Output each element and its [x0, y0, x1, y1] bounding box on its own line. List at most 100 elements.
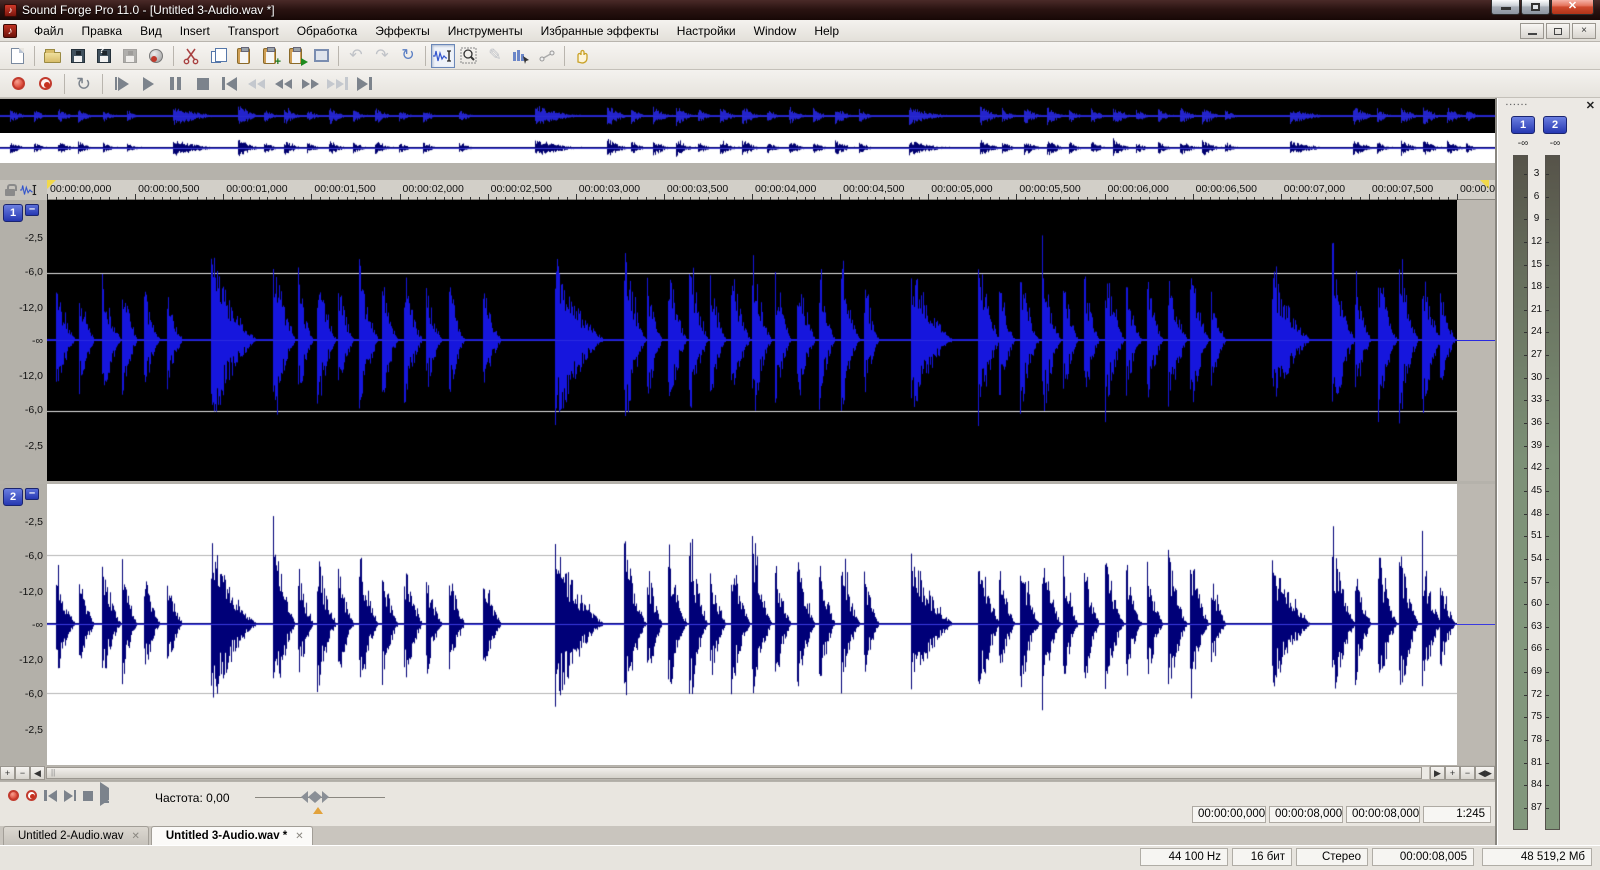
- zoom-fit-button[interactable]: ◀▶: [1475, 766, 1495, 780]
- open-button[interactable]: [39, 44, 65, 68]
- edit-tool-mode-icon[interactable]: [20, 182, 38, 198]
- copy-button[interactable]: [204, 44, 230, 68]
- mdi-close-button[interactable]: ×: [1572, 23, 1596, 39]
- title-bar[interactable]: ♪ Sound Forge Pro 11.0 - [Untitled 3-Aud…: [0, 0, 1600, 20]
- mini-play-button[interactable]: [100, 782, 109, 806]
- menu-Insert[interactable]: Insert: [171, 21, 219, 41]
- rewind-button[interactable]: [244, 72, 269, 96]
- ruler-scale[interactable]: 00:00:00,000 00:00:00,500 00:00:01,000 00:0…: [47, 180, 1495, 200]
- menu-Инструменты[interactable]: Инструменты: [439, 21, 532, 41]
- menu-Настройки[interactable]: Настройки: [668, 21, 745, 41]
- mini-record-special-button[interactable]: [26, 790, 37, 801]
- scrollbar-thumb[interactable]: [46, 767, 1422, 779]
- envelope-tool-button[interactable]: [534, 44, 560, 68]
- zoom-out-button[interactable]: −: [1460, 766, 1475, 780]
- touch-tool-button[interactable]: [569, 44, 595, 68]
- mdi-restore-button[interactable]: [1546, 23, 1570, 39]
- mini-record-button[interactable]: [8, 790, 19, 801]
- paste-special-button[interactable]: +: [256, 44, 282, 68]
- tab-close-icon[interactable]: ✕: [131, 831, 139, 842]
- play-all-button[interactable]: [109, 72, 134, 96]
- meters-close-icon[interactable]: ✕: [1586, 99, 1595, 112]
- menu-Правка[interactable]: Правка: [73, 21, 132, 41]
- channel-1-collapse-button[interactable]: –: [25, 204, 39, 216]
- save-all-button[interactable]: [117, 44, 143, 68]
- meters-grip[interactable]: ▪▪▪▪▪▪: [1506, 102, 1529, 108]
- tab-untitled2[interactable]: Untitled 2-Audio.wav ✕: [3, 826, 149, 845]
- edit-tool-button[interactable]: [430, 43, 456, 68]
- loop-playback-button[interactable]: ↻: [71, 72, 96, 96]
- menu-Обработка[interactable]: Обработка: [288, 21, 367, 41]
- shuttle-handle[interactable]: [301, 791, 329, 803]
- new-file-button[interactable]: [4, 44, 30, 68]
- channel-1-waveform[interactable]: [47, 200, 1457, 481]
- mini-go-to-start-button[interactable]: [44, 789, 57, 802]
- menu-Transport[interactable]: Transport: [219, 21, 288, 41]
- minimize-button[interactable]: [1491, 0, 1520, 15]
- record-button[interactable]: [6, 72, 31, 96]
- paste-to-new-button[interactable]: [282, 44, 308, 68]
- mini-stop-button[interactable]: [83, 790, 93, 801]
- overview-waveform-ch1[interactable]: [0, 99, 1495, 133]
- forward-button[interactable]: [298, 72, 323, 96]
- channel-1-badge[interactable]: 1: [3, 204, 23, 222]
- redo-button[interactable]: ↷: [369, 44, 395, 68]
- tab-untitled3[interactable]: Untitled 3-Audio.wav * ✕: [150, 826, 313, 845]
- overview-waveform-ch2[interactable]: [0, 133, 1495, 163]
- trim-crop-button[interactable]: [308, 44, 334, 68]
- zoom-in-button[interactable]: +: [1445, 766, 1460, 780]
- mini-go-to-end-button[interactable]: [63, 789, 76, 802]
- mdi-minimize-button[interactable]: [1520, 23, 1544, 39]
- selection-length-readout[interactable]: 00:00:08,000: [1346, 806, 1420, 823]
- menu-Избранные эффекты[interactable]: Избранные эффекты: [532, 21, 668, 41]
- document-icon[interactable]: ♪: [3, 23, 17, 38]
- back-button[interactable]: [271, 72, 296, 96]
- save-as-button[interactable]: ?: [91, 44, 117, 68]
- go-to-end-button[interactable]: [352, 72, 377, 96]
- channel-2-collapse-button[interactable]: –: [25, 488, 39, 500]
- menu-Файл[interactable]: Файл: [25, 21, 73, 41]
- pause-button[interactable]: [163, 72, 188, 96]
- repeat-button[interactable]: ↻: [395, 44, 421, 68]
- scroll-left-button[interactable]: ◀: [30, 766, 45, 780]
- menu-Эффекты[interactable]: Эффекты: [366, 21, 439, 41]
- stop-button[interactable]: [190, 72, 215, 96]
- event-tool-button[interactable]: [508, 44, 534, 68]
- scrollbar-track[interactable]: [45, 766, 1430, 780]
- fast-forward-button[interactable]: [325, 72, 350, 96]
- time-ruler[interactable]: 00:00:00,000 00:00:00,500 00:00:01,000 00:0…: [0, 180, 1495, 200]
- lock-icon[interactable]: [5, 184, 17, 196]
- zoom-ratio-readout[interactable]: 1:245: [1423, 806, 1491, 823]
- publish-icon: [149, 48, 163, 63]
- shuttle-slider[interactable]: [255, 790, 385, 814]
- tab-close-icon[interactable]: ✕: [295, 831, 303, 842]
- menu-Help[interactable]: Help: [805, 21, 848, 41]
- undo-button[interactable]: ↶: [343, 44, 369, 68]
- go-to-start-button[interactable]: [217, 72, 242, 96]
- cut-button[interactable]: [178, 44, 204, 68]
- bit-depth-box[interactable]: 16 бит: [1232, 848, 1292, 866]
- selection-start-readout[interactable]: 00:00:00,000: [1192, 806, 1266, 823]
- zoom-in-time-button[interactable]: +: [0, 766, 15, 780]
- close-button[interactable]: ✕: [1551, 0, 1594, 15]
- zoom-out-time-button[interactable]: −: [15, 766, 30, 780]
- channel-2-waveform[interactable]: [47, 484, 1457, 765]
- restore-button[interactable]: [1521, 0, 1550, 15]
- menu-Window[interactable]: Window: [745, 21, 806, 41]
- save-button[interactable]: [65, 44, 91, 68]
- pencil-tool-button[interactable]: ✎: [482, 44, 508, 68]
- meter-channel-1-button[interactable]: 1: [1511, 116, 1535, 134]
- magnify-tool-button[interactable]: [456, 44, 482, 68]
- sample-rate-box[interactable]: 44 100 Hz: [1140, 848, 1228, 866]
- meter-channel-2-button[interactable]: 2: [1543, 116, 1567, 134]
- selection-end-readout[interactable]: 00:00:08,000: [1269, 806, 1343, 823]
- paste-button[interactable]: [230, 44, 256, 68]
- record-special-button[interactable]: [33, 72, 58, 96]
- channel-mode-box[interactable]: Стерео: [1296, 848, 1368, 866]
- menu-Вид[interactable]: Вид: [131, 21, 171, 41]
- channel-2-badge[interactable]: 2: [3, 488, 23, 506]
- play-button[interactable]: [136, 72, 161, 96]
- publish-button[interactable]: [143, 44, 169, 68]
- scroll-right-button[interactable]: ▶: [1430, 766, 1445, 780]
- center-line: [1457, 340, 1495, 341]
